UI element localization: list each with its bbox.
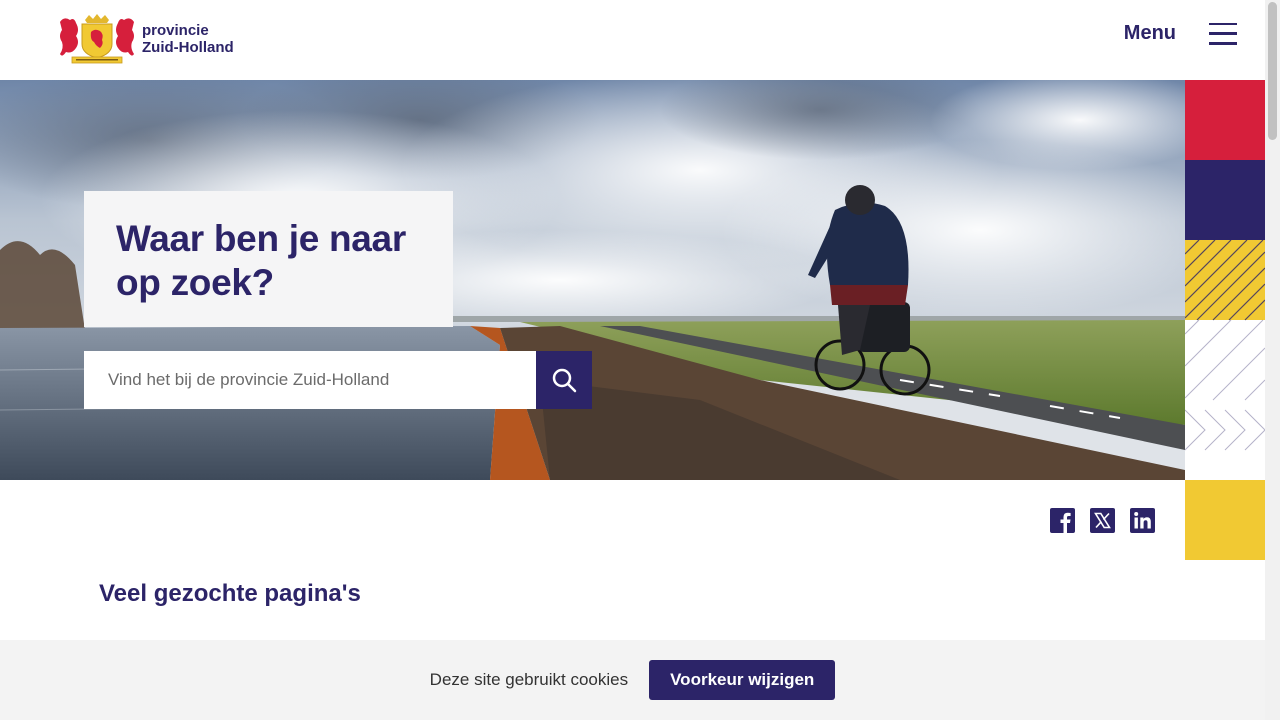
facebook-icon: [1050, 508, 1075, 533]
decor-block-red: [1185, 80, 1265, 160]
facebook-link[interactable]: [1050, 508, 1075, 533]
coat-of-arms-icon: [60, 14, 134, 64]
cookie-text: Deze site gebruikt cookies: [429, 670, 629, 689]
logo-line-1: provincie: [142, 22, 209, 39]
decor-block-navy: [1185, 160, 1265, 240]
search-form: [84, 351, 592, 409]
search-icon: [552, 368, 577, 393]
x-link[interactable]: [1090, 508, 1115, 533]
search-input[interactable]: [84, 351, 536, 409]
cookie-preferences-button[interactable]: Voorkeur wijzigen: [649, 660, 836, 700]
x-icon: [1090, 508, 1115, 533]
linkedin-link[interactable]: [1130, 508, 1155, 533]
page: provincie Zuid-Holland Menu Waar ben je …: [0, 0, 1280, 720]
logo-line-2: Zuid-Holland: [142, 39, 234, 56]
menu-button[interactable]: Menu: [1124, 22, 1237, 45]
search-title: Waar ben je naar op zoek?: [116, 218, 406, 303]
logo-link[interactable]: provincie Zuid-Holland: [58, 14, 234, 64]
search-button[interactable]: [536, 351, 592, 409]
popular-pages-title: Veel gezochte pagina's: [99, 580, 361, 607]
social-share: [1050, 508, 1155, 533]
page-scrollbar[interactable]: [1265, 0, 1280, 720]
cookie-bar: Deze site gebruikt cookies Voorkeur wijz…: [0, 640, 1265, 720]
hero-section: Waar ben je naar op zoek?: [0, 80, 1185, 480]
scrollbar-thumb[interactable]: [1268, 2, 1277, 140]
hamburger-icon: [1209, 22, 1237, 45]
logo-text: provincie Zuid-Holland: [142, 22, 234, 56]
decor-pattern: [1185, 240, 1265, 451]
decor-block-yellow: [1185, 480, 1265, 560]
search-title-box: Waar ben je naar op zoek?: [84, 191, 453, 327]
site-header: provincie Zuid-Holland Menu: [0, 0, 1265, 80]
linkedin-icon: [1130, 508, 1155, 533]
menu-label: Menu: [1123, 22, 1176, 44]
